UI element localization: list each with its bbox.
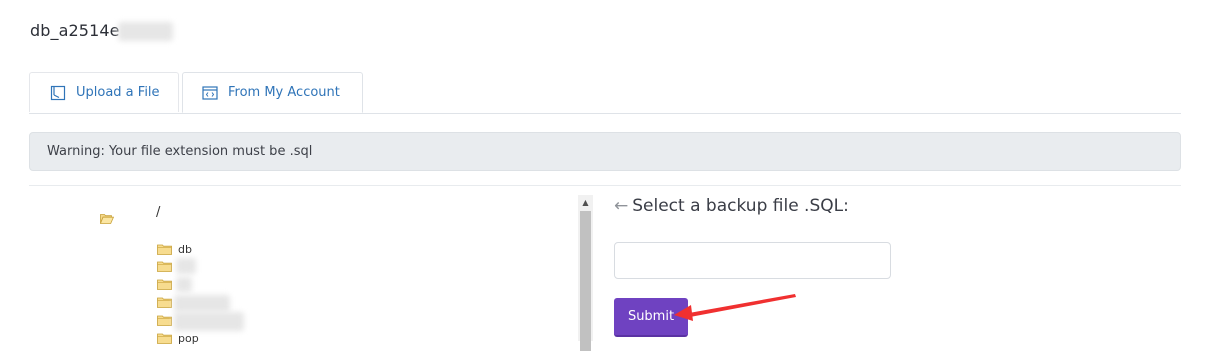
redacted-name-blur	[118, 22, 173, 41]
section-divider	[29, 185, 1181, 186]
upload-file-icon	[50, 85, 66, 100]
submit-button[interactable]: Submit	[614, 298, 688, 337]
code-window-icon	[202, 85, 218, 100]
redacted-folder-blur	[174, 295, 230, 312]
backup-heading-text: Select a backup file .SQL:	[632, 196, 849, 216]
tab-from-my-account-label: From My Account	[228, 85, 340, 100]
folder-label: db	[178, 243, 192, 256]
folder-icon	[157, 333, 172, 344]
folder-icon	[157, 315, 172, 326]
folder-item[interactable]: db	[157, 243, 192, 256]
tree-scrollbar[interactable]: ▲	[578, 195, 593, 351]
arrow-left-icon: ←	[614, 196, 629, 216]
folder-icon	[157, 279, 172, 290]
folder-item[interactable]	[157, 261, 178, 272]
folder-item[interactable]: pop	[157, 332, 199, 345]
tab-upload-file[interactable]: Upload a File	[29, 72, 179, 112]
warning-text: Warning: Your file extension must be .sq…	[47, 144, 313, 159]
redacted-folder-blur	[176, 277, 192, 292]
tab-bar: Upload a File From My Account	[29, 72, 1181, 114]
warning-alert: Warning: Your file extension must be .sq…	[29, 132, 1181, 171]
folder-label: pop	[178, 332, 199, 345]
backup-file-input[interactable]	[614, 242, 891, 279]
database-title: db_a2514e	[30, 21, 120, 40]
tree-root-label[interactable]: /	[156, 205, 160, 220]
folder-icon	[157, 261, 172, 272]
folder-item[interactable]	[157, 279, 178, 290]
folder-icon	[157, 244, 172, 255]
tab-upload-file-label: Upload a File	[76, 85, 160, 100]
redacted-folder-blur	[176, 258, 196, 274]
redacted-folder-blur	[174, 312, 244, 331]
folder-open-icon[interactable]	[99, 209, 115, 228]
scroll-thumb[interactable]	[580, 211, 591, 351]
backup-heading: ← Select a backup file .SQL:	[614, 196, 849, 216]
scroll-up-icon[interactable]: ▲	[578, 195, 593, 210]
folder-icon	[157, 297, 172, 308]
tab-from-my-account[interactable]: From My Account	[182, 72, 363, 113]
